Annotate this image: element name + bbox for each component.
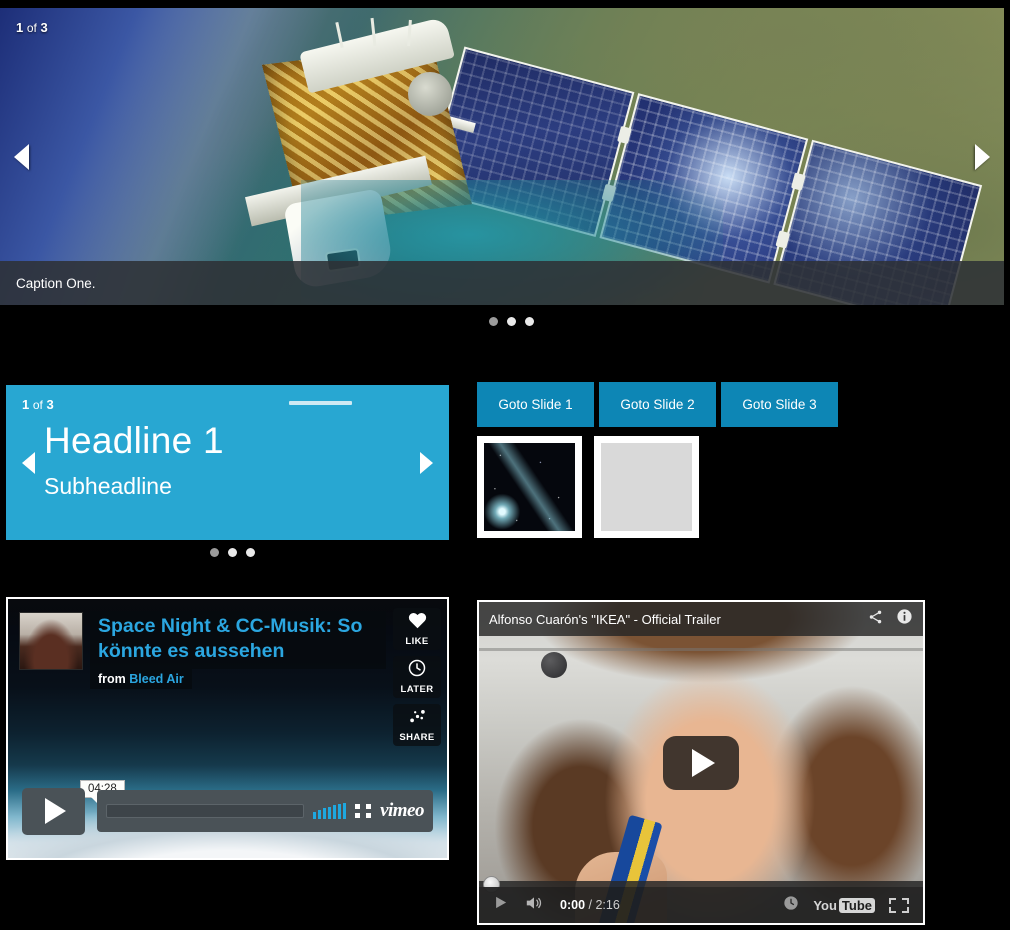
- share-nodes-icon: [408, 708, 427, 730]
- background-shelf: [479, 648, 923, 651]
- youtube-header-icons: [867, 608, 913, 630]
- vimeo-later-button[interactable]: LATER: [393, 656, 441, 698]
- vimeo-progress-container[interactable]: vimeo: [97, 790, 433, 832]
- vimeo-share-label: SHARE: [399, 731, 435, 743]
- youtube-video-title[interactable]: Alfonso Cuarón's "IKEA" - Official Trail…: [489, 612, 857, 627]
- youtube-current-time: 0:00: [560, 898, 586, 912]
- blue-slider-progress-bar: [289, 401, 352, 405]
- blue-dot-2[interactable]: [228, 548, 237, 557]
- goto-slide-1-button[interactable]: Goto Slide 1: [477, 382, 594, 427]
- goto-slide-3-button[interactable]: Goto Slide 3: [721, 382, 838, 427]
- youtube-player[interactable]: Alfonso Cuarón's "IKEA" - Official Trail…: [477, 600, 925, 925]
- youtube-logo[interactable]: You Tube: [813, 897, 875, 913]
- solar-panel-1: [425, 46, 635, 237]
- goto-slide-2-button[interactable]: Goto Slide 2: [599, 382, 716, 427]
- heart-icon: [408, 612, 427, 634]
- youtube-big-play-button[interactable]: [663, 735, 739, 790]
- goto-slide-button-row: Goto Slide 1 Goto Slide 2 Goto Slide 3: [477, 382, 838, 427]
- vimeo-control-bar: vimeo: [22, 786, 433, 836]
- hero-dot-1[interactable]: [489, 317, 498, 326]
- blue-counter-total: 3: [46, 397, 54, 412]
- hero-caption-bar: Caption One.: [0, 261, 1004, 305]
- vimeo-like-button[interactable]: LIKE: [393, 608, 441, 650]
- blue-slider-headline: Headline 1: [44, 420, 224, 461]
- youtube-play-button[interactable]: [493, 895, 508, 915]
- hero-counter-of: of: [26, 21, 37, 35]
- blue-counter-current: 1: [22, 397, 30, 412]
- clock-icon: [408, 659, 426, 682]
- youtube-logo-you: You: [813, 897, 837, 913]
- volume-icon[interactable]: [524, 895, 544, 916]
- vimeo-logo[interactable]: vimeo: [380, 800, 424, 822]
- blue-dot-1[interactable]: [210, 548, 219, 557]
- hero-slide-counter: 1 of 3: [16, 20, 48, 35]
- youtube-total-time: 2:16: [595, 898, 620, 912]
- vimeo-play-button[interactable]: [22, 787, 85, 835]
- blank-image-placeholder: [601, 443, 692, 531]
- youtube-logo-tube: Tube: [838, 897, 875, 913]
- play-icon: [45, 798, 66, 824]
- youtube-title-bar: Alfonso Cuarón's "IKEA" - Official Trail…: [479, 602, 923, 636]
- hero-counter-current: 1: [16, 20, 24, 35]
- blue-dot-3[interactable]: [246, 548, 255, 557]
- page-root: 1 of 3 Caption One. 1 of 3 Headline 1 Su…: [0, 0, 1010, 930]
- hero-pagination-dots[interactable]: [489, 317, 534, 326]
- hero-counter-total: 3: [40, 20, 48, 35]
- vimeo-like-label: LIKE: [405, 635, 429, 647]
- vimeo-side-actions: LIKE LATER SHARE: [393, 608, 441, 746]
- hero-prev-arrow-icon[interactable]: [14, 143, 29, 170]
- blue-slider-subheadline: Subheadline: [44, 473, 172, 499]
- vimeo-scrubber[interactable]: [106, 804, 305, 818]
- info-icon[interactable]: [896, 608, 913, 630]
- hero-slider[interactable]: 1 of 3 Caption One.: [0, 8, 1004, 305]
- youtube-time-display: 0:00 / 2:16: [560, 898, 620, 912]
- vimeo-player[interactable]: Space Night & CC-Musik: So könnte es aus…: [6, 597, 449, 860]
- vimeo-from-label: from: [98, 672, 126, 686]
- comet-image: [484, 443, 575, 531]
- youtube-control-bar: 0:00 / 2:16 You Tube: [479, 887, 923, 923]
- background-speaker: [541, 652, 567, 678]
- volume-icon[interactable]: [313, 803, 347, 819]
- play-icon: [692, 748, 715, 777]
- vimeo-video-title[interactable]: Space Night & CC-Musik: So könnte es aus…: [90, 611, 386, 669]
- youtube-right-controls: You Tube: [783, 895, 909, 916]
- fullscreen-icon[interactable]: [889, 897, 909, 913]
- vimeo-channel-name[interactable]: Bleed Air: [129, 672, 183, 686]
- vimeo-later-label: LATER: [400, 684, 434, 695]
- vimeo-channel-line: from Bleed Air: [90, 669, 192, 689]
- blue-next-arrow-icon[interactable]: [420, 451, 433, 474]
- hero-dot-2[interactable]: [507, 317, 516, 326]
- youtube-time-separator: /: [588, 898, 592, 912]
- satellite-graphic: [244, 16, 1000, 305]
- vimeo-share-button[interactable]: SHARE: [393, 704, 441, 746]
- share-icon[interactable]: [867, 609, 884, 630]
- fullscreen-icon[interactable]: [355, 804, 372, 818]
- solar-panel-2: [599, 93, 809, 284]
- blue-prev-arrow-icon[interactable]: [22, 451, 35, 474]
- hero-next-arrow-icon[interactable]: [975, 143, 990, 170]
- blue-slide-counter: 1 of 3: [22, 397, 54, 412]
- satellite-dish: [408, 72, 452, 116]
- clock-icon[interactable]: [783, 895, 799, 916]
- blue-slider[interactable]: 1 of 3 Headline 1 Subheadline: [6, 385, 449, 540]
- thumbnail-row: [477, 436, 699, 538]
- hero-dot-3[interactable]: [525, 317, 534, 326]
- vimeo-thumbnail-avatar: [19, 612, 83, 670]
- blue-counter-of: of: [32, 398, 43, 412]
- blue-pagination-dots[interactable]: [210, 548, 255, 557]
- panel-hinge: [601, 183, 617, 203]
- hero-caption-text: Caption One.: [16, 275, 96, 291]
- thumbnail-comet[interactable]: [477, 436, 582, 538]
- thumbnail-blank[interactable]: [594, 436, 699, 538]
